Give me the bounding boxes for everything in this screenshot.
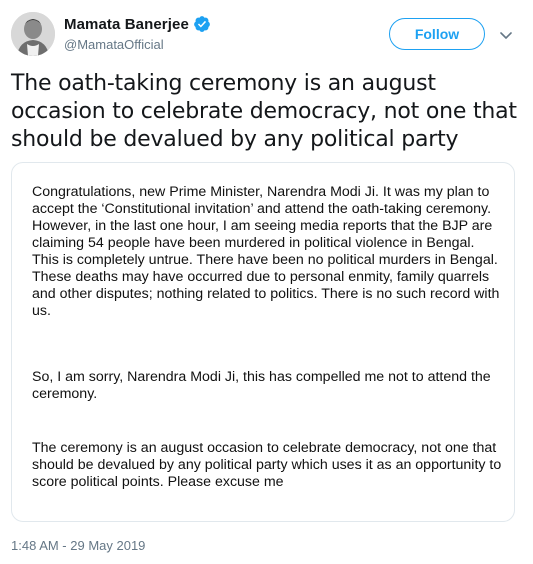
tweet-timestamp[interactable]: 1:48 AM - 29 May 2019 (11, 538, 145, 553)
display-name[interactable]: Mamata Banerjee (64, 16, 189, 33)
tweet-header: Mamata Banerjee @MamataOfficial Follow (0, 0, 533, 66)
verified-badge-icon (194, 16, 210, 32)
name-row: Mamata Banerjee (64, 15, 211, 33)
follow-button[interactable]: Follow (389, 18, 485, 50)
statement-paragraph: The ceremony is an august occasion to ce… (32, 440, 502, 490)
statement-paragraph: Congratulations, new Prime Minister, Nar… (32, 184, 500, 319)
chevron-down-icon[interactable] (498, 27, 514, 43)
avatar[interactable] (11, 12, 55, 56)
profile-photo-icon (11, 12, 55, 56)
statement-paragraph: So, I am sorry, Narendra Modi Ji, this h… (32, 369, 491, 402)
attached-image[interactable]: Congratulations, new Prime Minister, Nar… (11, 162, 515, 522)
tweet-text: The oath-taking ceremony is an august oc… (11, 71, 517, 152)
user-handle[interactable]: @MamataOfficial (64, 37, 164, 52)
